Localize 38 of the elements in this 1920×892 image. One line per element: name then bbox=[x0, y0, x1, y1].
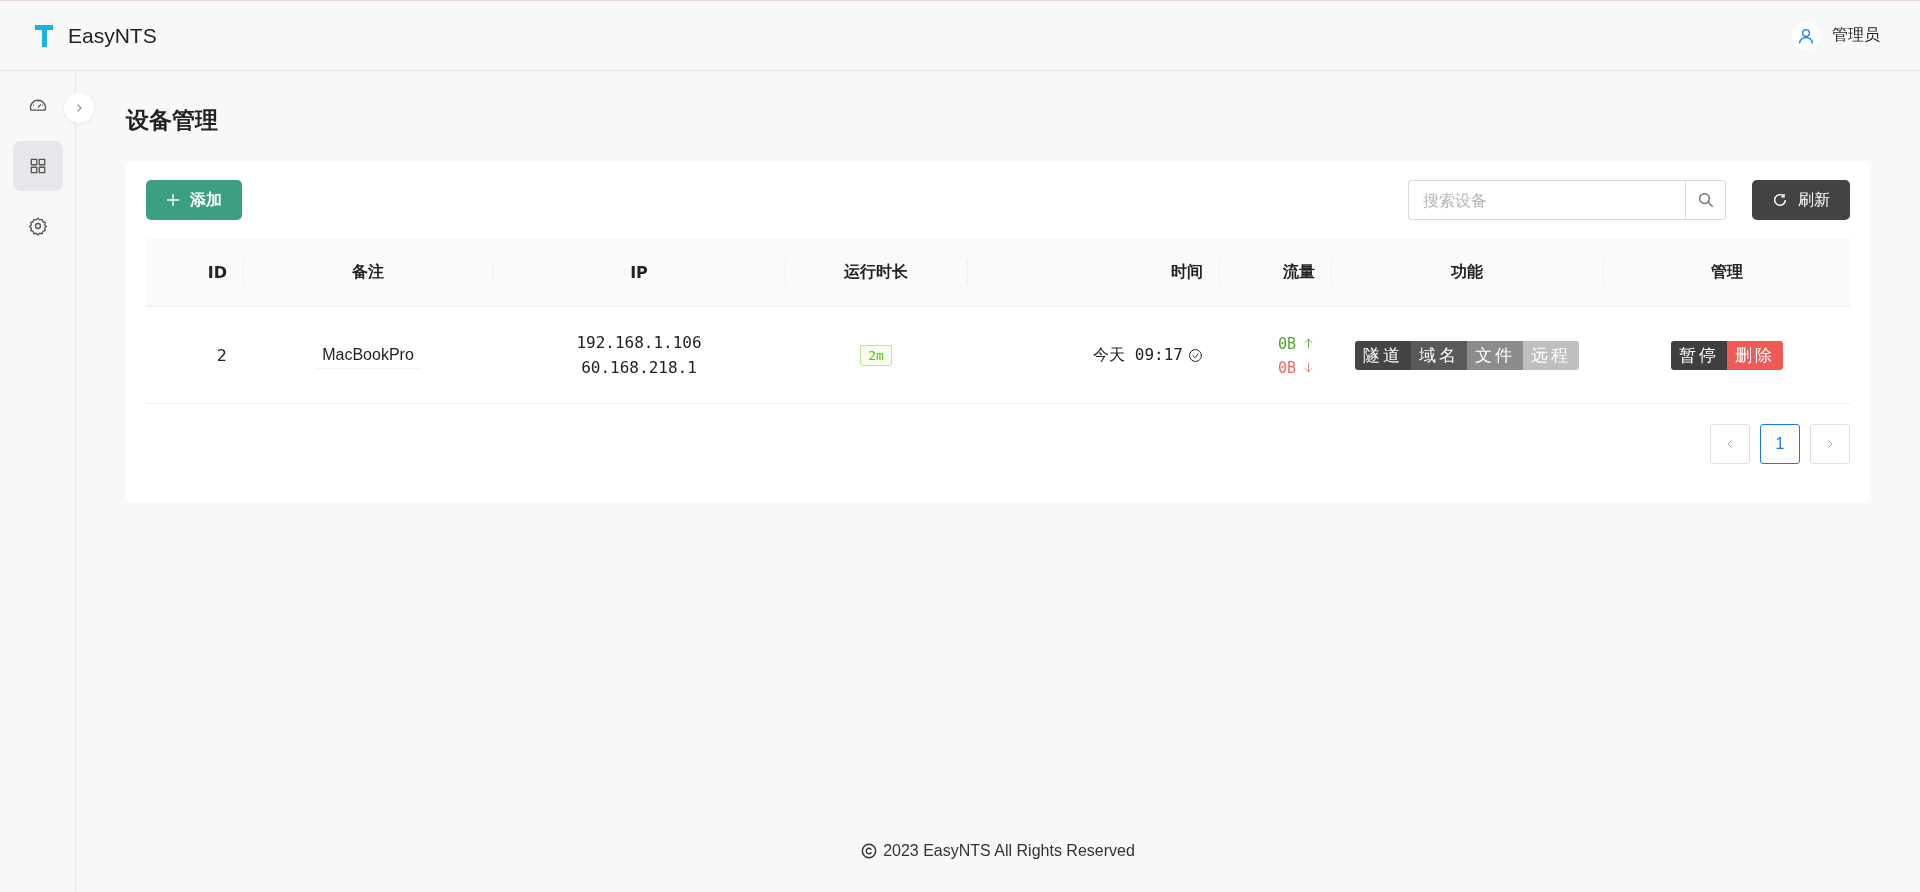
page-button[interactable]: 1 bbox=[1760, 424, 1800, 464]
search-button[interactable] bbox=[1686, 180, 1726, 220]
note-text: MacBookPro bbox=[316, 341, 420, 369]
traffic-value: 0B bbox=[1277, 358, 1296, 377]
column-header: ID bbox=[146, 238, 243, 307]
page-title: 设备管理 bbox=[126, 106, 219, 135]
feature-button[interactable]: 域名 bbox=[1411, 340, 1467, 370]
copyright-icon bbox=[861, 843, 878, 859]
traffic-value: 0B bbox=[1277, 334, 1296, 353]
down-arrow-icon bbox=[1302, 361, 1315, 374]
refresh-icon bbox=[1772, 192, 1788, 208]
column-header: 备注 bbox=[243, 238, 493, 307]
table-cell: 2 bbox=[146, 306, 243, 404]
user-icon bbox=[1792, 21, 1820, 50]
column-header: 功能 bbox=[1331, 238, 1603, 307]
plus-icon bbox=[166, 193, 180, 207]
column-header: 管理 bbox=[1603, 238, 1850, 307]
logo-icon bbox=[34, 22, 54, 49]
search-icon bbox=[1696, 191, 1715, 209]
check-circle-icon bbox=[1188, 347, 1203, 363]
ip-address: 60.168.218.1 bbox=[581, 358, 697, 377]
sidebar-item[interactable] bbox=[12, 141, 63, 191]
column-header: 时间 bbox=[967, 238, 1219, 307]
refresh-button[interactable]: 刷新 bbox=[1752, 180, 1850, 220]
action-button[interactable]: 暂停 bbox=[1670, 340, 1727, 370]
ip-address: 192.168.1.106 bbox=[576, 333, 702, 352]
search-field[interactable]: 搜索设备 bbox=[1408, 180, 1686, 220]
uptime-tag: 2m bbox=[860, 344, 892, 366]
feature-button[interactable]: 隧道 bbox=[1355, 340, 1411, 370]
time-text: 今天 09:17 bbox=[1093, 344, 1183, 366]
brand-name: EasyNTS bbox=[68, 23, 157, 48]
column-header: 流量 bbox=[1219, 238, 1331, 307]
up-arrow-icon bbox=[1302, 337, 1315, 350]
footer-text: 2023 EasyNTS All Rights Reserved bbox=[883, 842, 1135, 860]
user-name[interactable]: 管理员 bbox=[1832, 25, 1880, 46]
settings-icon bbox=[27, 216, 48, 236]
column-header: IP bbox=[493, 238, 785, 307]
column-header: 运行时长 bbox=[785, 238, 967, 307]
